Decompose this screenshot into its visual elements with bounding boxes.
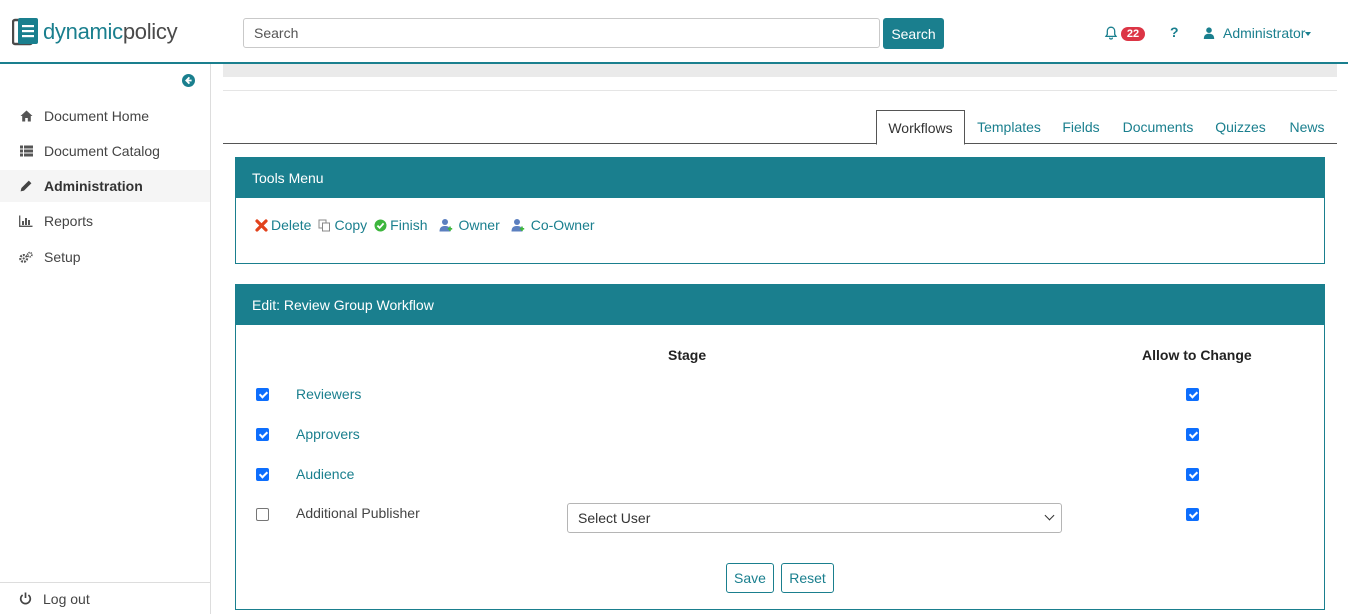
logo[interactable]: dynamicpolicy	[12, 17, 178, 47]
home-icon	[19, 109, 33, 123]
tab-fields[interactable]: Fields	[1053, 110, 1109, 144]
sidebar-item-label: Administration	[44, 178, 143, 194]
stage-label-additional-publisher: Additional Publisher	[296, 505, 420, 521]
tools-list: Delete Copy Finish Owner Co-Owner	[236, 198, 1324, 233]
user-icon	[1203, 27, 1215, 39]
stage-column-header: Stage	[668, 347, 707, 363]
sidebar-item-administration[interactable]: Administration	[0, 170, 210, 202]
stage-link-approvers[interactable]: Approvers	[296, 426, 360, 442]
sidebar-item-label: Document Catalog	[44, 143, 160, 159]
gears-icon	[19, 250, 33, 264]
select-user-value: Select User	[578, 510, 651, 526]
allow-change-checkbox-audience[interactable]	[1186, 468, 1199, 481]
table-row: Approvers	[236, 424, 1324, 446]
allow-change-column-header: Allow to Change	[1142, 347, 1252, 363]
allow-change-checkbox-approvers[interactable]	[1186, 428, 1199, 441]
tab-workflows[interactable]: Workflows	[876, 110, 965, 145]
logo-icon	[12, 18, 38, 46]
delete-tool[interactable]: Delete	[255, 217, 311, 233]
stage-link-audience[interactable]: Audience	[296, 466, 354, 482]
list-icon	[19, 144, 33, 158]
notification-badge: 22	[1121, 27, 1145, 41]
copy-icon	[318, 219, 331, 231]
stage-link-reviewers[interactable]: Reviewers	[296, 386, 361, 402]
edit-workflow-panel: Edit: Review Group Workflow Stage Allow …	[235, 284, 1325, 610]
tools-menu-panel: Tools Menu Delete Copy Finish Owner Co-O…	[235, 157, 1325, 264]
stage-checkbox-additional-publisher[interactable]	[256, 508, 269, 521]
logout-button[interactable]: Log out	[0, 582, 210, 614]
user-menu[interactable]: Administrator	[1223, 25, 1305, 41]
panel-title: Edit: Review Group Workflow	[236, 285, 1324, 325]
select-user-dropdown[interactable]: Select User	[567, 503, 1062, 533]
breadcrumb	[223, 64, 1337, 77]
stage-checkbox-reviewers[interactable]	[256, 388, 269, 401]
tab-documents[interactable]: Documents	[1109, 110, 1207, 144]
delete-icon	[255, 218, 268, 232]
panel-title: Tools Menu	[236, 158, 1324, 198]
co-owner-tool[interactable]: Co-Owner	[511, 217, 595, 233]
allow-change-checkbox-reviewers[interactable]	[1186, 388, 1199, 401]
check-circle-icon	[374, 219, 387, 231]
stage-checkbox-audience[interactable]	[256, 468, 269, 481]
chevron-down-icon[interactable]	[1305, 32, 1311, 36]
save-button[interactable]: Save	[726, 563, 774, 593]
top-bar: dynamicpolicy Search 22 ? Administrator	[0, 0, 1348, 64]
logout-label: Log out	[43, 590, 90, 607]
help-icon[interactable]: ?	[1170, 24, 1179, 40]
owner-tool[interactable]: Owner	[439, 217, 500, 233]
chevron-down-icon	[1044, 510, 1055, 521]
bar-chart-icon	[19, 214, 33, 228]
allow-change-checkbox-additional-publisher[interactable]	[1186, 508, 1199, 521]
user-add-icon	[511, 219, 524, 232]
stage-checkbox-approvers[interactable]	[256, 428, 269, 441]
table-row: Reviewers	[236, 384, 1324, 406]
sidebar: Document Home Document Catalog Administr…	[0, 64, 211, 614]
table-row: Audience	[236, 464, 1324, 486]
divider	[223, 90, 1337, 91]
tab-news[interactable]: News	[1282, 110, 1332, 144]
user-add-icon	[439, 219, 452, 232]
tab-bar: Workflows Templates Fields Documents Qui…	[223, 110, 1337, 145]
pencil-icon	[19, 179, 33, 193]
sidebar-item-setup[interactable]: Setup	[0, 241, 210, 273]
sidebar-item-document-home[interactable]: Document Home	[0, 100, 210, 132]
power-icon	[19, 592, 33, 606]
finish-tool[interactable]: Finish	[374, 217, 428, 233]
tab-templates[interactable]: Templates	[965, 110, 1053, 144]
bell-icon[interactable]	[1104, 26, 1118, 40]
search-input[interactable]	[243, 18, 880, 48]
search-button[interactable]: Search	[883, 18, 944, 49]
copy-tool[interactable]: Copy	[318, 217, 367, 233]
collapse-sidebar-icon[interactable]	[182, 74, 195, 87]
sidebar-item-document-catalog[interactable]: Document Catalog	[0, 135, 210, 167]
tab-quizzes[interactable]: Quizzes	[1207, 110, 1274, 144]
sidebar-item-label: Setup	[44, 249, 81, 265]
reset-button[interactable]: Reset	[781, 563, 834, 593]
sidebar-item-label: Reports	[44, 213, 94, 229]
sidebar-item-reports[interactable]: Reports	[0, 205, 210, 237]
logo-text: dynamicpolicy	[43, 19, 178, 44]
sidebar-item-label: Document Home	[44, 108, 150, 124]
